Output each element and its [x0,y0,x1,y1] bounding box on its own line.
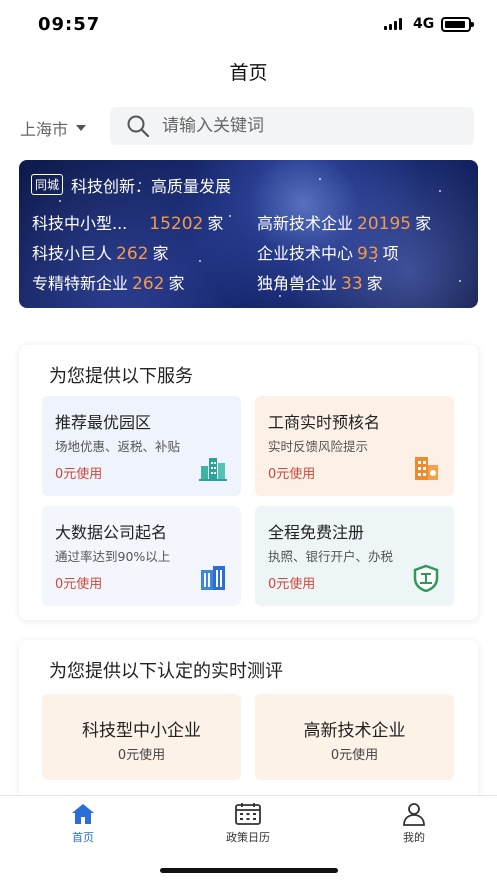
eval-price: 0元使用 [330,748,379,763]
stat-item: 科技小巨人 262 家 [32,240,168,264]
eval-title: 高新技术企业 [303,721,406,741]
stat-label: 高新技术企业 [257,214,354,233]
service-title: 全程免费注册 [268,523,365,542]
stat-item: 独角兽企业 33 家 [257,270,383,294]
battery-icon [441,17,474,32]
stat-label: 科技中小型... [32,214,128,233]
city-selector[interactable]: 上海市 [20,116,87,140]
tab-mine[interactable]: 我的 [364,802,464,845]
services-card: 为您提供以下服务 推荐最优园区 场地优惠、返税、补贴 0元使用 工商实时预核名 … [19,345,478,620]
banner-headline: 科技创新．高质量发展 [71,177,232,196]
city-label: 上海市 [20,120,69,139]
page-title: 首页 [229,62,268,84]
stat-item: 科技中小型... 15202 家 [32,210,223,234]
evaluation-title: 为您提供以下认定的实时测评 [49,661,283,682]
stat-value: 262 [132,274,165,294]
eval-high-tech[interactable]: 高新技术企业 0元使用 [255,694,454,780]
buildings-icon [199,458,227,481]
calendar-icon [235,803,261,825]
services-title: 为您提供以下服务 [49,366,193,387]
tower-icon [201,566,225,590]
service-title: 工商实时预核名 [268,413,381,432]
stat-value: 15202 [149,214,204,234]
stat-item: 专精特新企业 262 家 [32,270,184,294]
service-desc: 实时反馈风险提示 [268,439,369,454]
service-price: 0元使用 [55,577,103,592]
home-indicator [160,868,338,873]
stat-value: 20195 [357,214,412,234]
tab-label: 我的 [403,831,425,844]
service-price: 0元使用 [55,467,103,482]
stat-value: 262 [116,244,149,264]
status-bar: 09:57 4G [0,0,497,50]
eval-title: 科技型中小企业 [82,721,201,741]
stat-label: 科技小巨人 [32,244,113,263]
tab-policy-calendar[interactable]: 政策日历 [198,802,298,845]
service-title: 大数据公司起名 [55,523,168,542]
stat-unit: 家 [207,214,224,233]
evaluation-card: 为您提供以下认定的实时测评 科技型中小企业 0元使用 高新技术企业 0元使用 [19,640,478,800]
stat-item: 企业技术中心 93 项 [257,240,399,264]
user-icon [403,803,425,826]
eval-price: 0元使用 [117,748,166,763]
stat-value: 93 [357,244,379,264]
stat-unit: 家 [152,244,169,263]
service-price: 0元使用 [268,577,316,592]
shield-icon [413,564,439,592]
search-icon [127,115,150,138]
home-icon [72,804,94,824]
search-input[interactable] [162,116,442,136]
stat-item: 高新技术企业 20195 家 [257,210,431,234]
stat-label: 企业技术中心 [257,244,354,263]
service-park-recommend[interactable]: 推荐最优园区 场地优惠、返税、补贴 0元使用 [42,396,241,496]
search-bar[interactable] [110,107,474,145]
stat-label: 独角兽企业 [257,274,338,293]
service-desc: 通过率达到90%以上 [55,549,171,564]
service-desc: 执照、银行开户、办税 [268,549,394,564]
service-name-precheck[interactable]: 工商实时预核名 实时反馈风险提示 0元使用 [255,396,454,496]
service-free-registration[interactable]: 全程免费注册 执照、银行开户、办税 0元使用 [255,506,454,606]
signal-icon [384,18,402,30]
stat-unit: 家 [168,274,185,293]
status-time: 09:57 [38,14,101,35]
banner-tag: 同城 [31,174,64,195]
tab-label: 政策日历 [226,831,270,844]
tab-label: 首页 [72,831,94,844]
stat-unit: 项 [382,244,399,263]
service-title: 推荐最优园区 [55,413,152,432]
office-building-icon [415,457,438,480]
service-company-naming[interactable]: 大数据公司起名 通过率达到90%以上 0元使用 [42,506,241,606]
network-type: 4G [413,16,435,32]
stat-value: 33 [341,274,363,294]
stat-unit: 家 [366,274,383,293]
tab-home[interactable]: 首页 [33,802,133,845]
service-desc: 场地优惠、返税、补贴 [55,439,181,454]
caret-down-icon [76,125,87,131]
eval-tech-sme[interactable]: 科技型中小企业 0元使用 [42,694,241,780]
stats-banner[interactable]: 同城 科技创新．高质量发展 科技中小型... 15202 家 高新技术企业 20195… [19,160,478,308]
service-price: 0元使用 [268,467,316,482]
stat-label: 专精特新企业 [32,274,129,293]
stat-unit: 家 [415,214,432,233]
